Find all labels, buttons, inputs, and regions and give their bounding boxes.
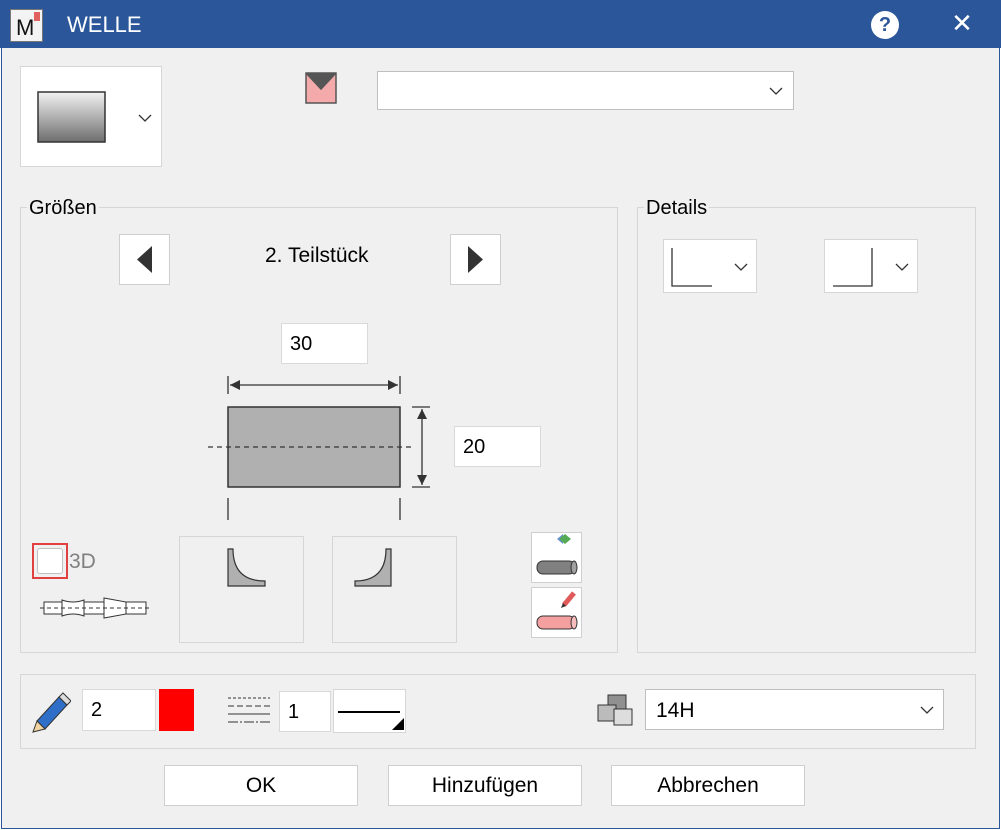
swap-direction-button[interactable]: [531, 532, 582, 583]
next-section-button[interactable]: [450, 234, 501, 285]
pen-input[interactable]: 2: [82, 689, 156, 731]
linetype-input[interactable]: 1: [279, 691, 331, 732]
ok-button[interactable]: OK: [164, 765, 358, 806]
tolerance-value: 14H: [656, 699, 695, 722]
shaft-preview-icon: [40, 597, 152, 619]
left-edge-fillet-option[interactable]: [179, 536, 304, 643]
corner-right-icon: [833, 248, 909, 287]
start-edge-dropdown[interactable]: [663, 239, 757, 293]
corner-left-icon: [671, 248, 748, 287]
solid-line-icon: [338, 711, 404, 730]
end-edge-dropdown[interactable]: [824, 239, 918, 293]
window-title: WELLE: [67, 12, 142, 37]
prev-section-button[interactable]: [119, 234, 170, 285]
details-group-label: Details: [644, 197, 710, 220]
fillet-left-icon: [227, 548, 266, 587]
height-input[interactable]: 20: [454, 426, 541, 467]
pen-color-swatch[interactable]: [159, 689, 194, 731]
line-style-selector[interactable]: [333, 689, 406, 733]
fillet-right-icon: [354, 548, 392, 587]
pencil-cylinder-icon: [536, 591, 578, 630]
cancel-button[interactable]: Abbrechen: [611, 765, 805, 806]
chevron-down-icon: [769, 87, 783, 95]
app-icon: M: [10, 9, 43, 42]
help-icon[interactable]: ?: [871, 11, 899, 39]
svg-text:M: M: [16, 15, 34, 40]
title-bar: [0, 0, 1001, 48]
chevron-down-icon: [920, 706, 934, 714]
shape-selector[interactable]: [20, 66, 162, 167]
segment-dimension-drawing: [208, 376, 430, 520]
gradient-rectangle-icon: [37, 91, 152, 143]
linetype-icon: [228, 697, 270, 723]
triangle-right-icon: [468, 246, 483, 273]
width-input[interactable]: 30: [281, 323, 368, 364]
close-icon[interactable]: ✕: [948, 9, 976, 37]
envelope-color-icon[interactable]: [305, 72, 337, 104]
groessen-group-label: Größen: [27, 197, 99, 220]
checkbox-3d-label: 3D: [69, 550, 96, 573]
edit-segment-button[interactable]: [531, 587, 582, 638]
tolerance-layers-icon: [597, 694, 633, 726]
pencil-icon: [32, 692, 71, 733]
top-dropdown[interactable]: [377, 71, 794, 110]
triangle-left-icon: [137, 246, 152, 273]
checkbox-3d[interactable]: [37, 548, 63, 574]
add-button[interactable]: Hinzufügen: [388, 765, 582, 806]
section-name: 2. Teilstück: [265, 244, 369, 267]
right-edge-fillet-option[interactable]: [332, 536, 457, 643]
tolerance-dropdown[interactable]: 14H: [645, 689, 944, 730]
swap-cylinder-icon: [536, 534, 578, 575]
